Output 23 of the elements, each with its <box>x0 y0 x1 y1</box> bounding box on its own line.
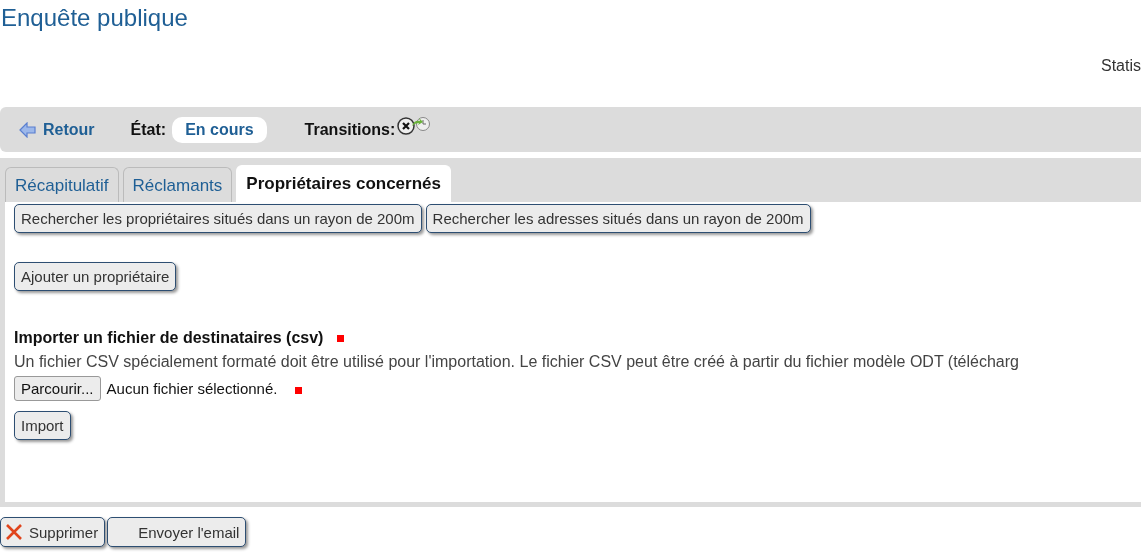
close-icon[interactable] <box>397 116 416 135</box>
search-button[interactable]: Rechercher les adresses situés dans un rayon de 200m <box>425 204 811 233</box>
tab[interactable]: Propriétaires concernés <box>236 165 451 202</box>
send-email-button[interactable]: Envoyer l'email <box>107 517 247 547</box>
back-arrow-icon <box>19 121 37 138</box>
state-label: État: <box>130 120 167 139</box>
tab[interactable]: Réclamants <box>122 167 233 202</box>
import-description: Un fichier CSV spécialement formaté doit être utilisé pour l'importation. Le fichier CSV peut être créé à partir du fichier modèle ODT (télécharg <box>14 353 1020 371</box>
browse-button[interactable]: Parcourir... <box>14 376 101 401</box>
import-heading: Importer un fichier de destinataires (csv) <box>14 329 324 347</box>
add-owner-button[interactable]: Ajouter un propriétaire <box>14 262 177 291</box>
transitions-label: Transitions: <box>304 120 396 139</box>
delete-button[interactable]: Supprimer <box>0 517 106 547</box>
cross-icon <box>5 523 23 541</box>
back-link[interactable]: Retour <box>19 120 95 139</box>
tab[interactable]: Récapitulatif <box>5 167 119 202</box>
import-button[interactable]: Import <box>14 411 71 440</box>
file-status: Aucun fichier sélectionné. <box>106 380 278 397</box>
statistics-link[interactable]: Statis <box>1101 57 1141 75</box>
page-title: Enquête publique <box>0 3 189 33</box>
search-button[interactable]: Rechercher les propriétaires situés dans un rayon de 200m <box>14 204 422 233</box>
clock-arrow-icon[interactable] <box>411 115 432 134</box>
state-value: En cours <box>172 116 267 143</box>
